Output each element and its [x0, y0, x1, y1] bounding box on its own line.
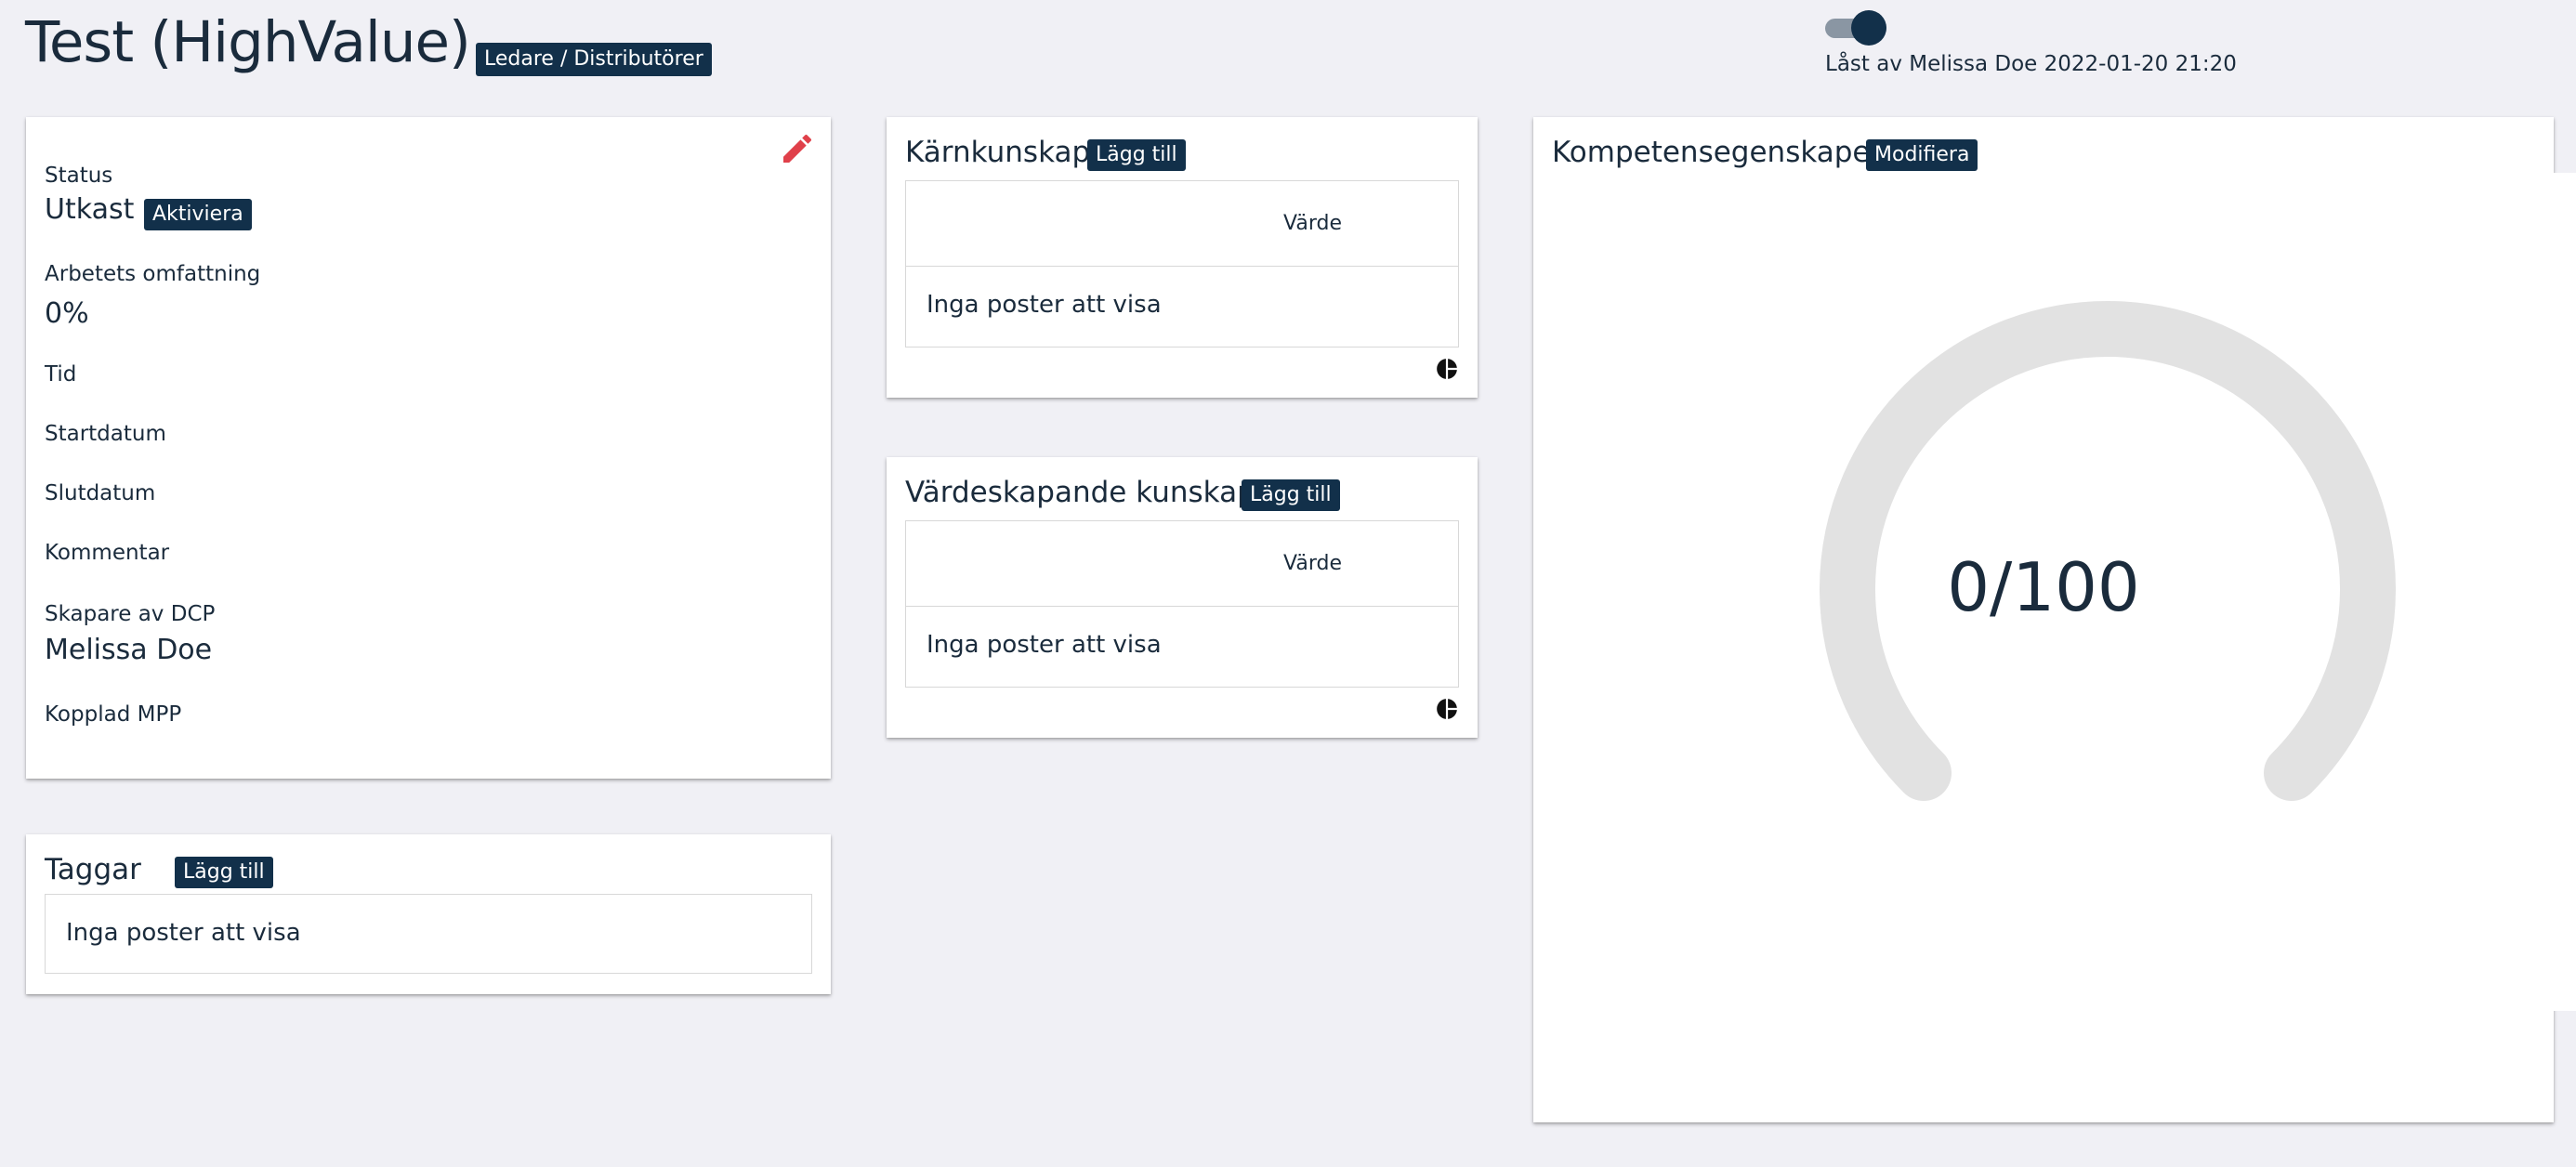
scope-label: Arbetets omfattning	[45, 262, 261, 286]
tags-list: Inga poster att visa	[45, 894, 812, 974]
value-creating-knowledge-card: Värdeskapande kunskap Lägg till Värde In…	[887, 457, 1478, 738]
value-column-header[interactable]: Värde	[1283, 552, 1342, 575]
creator-label: Skapare av DCP	[45, 602, 216, 626]
linked-mpp-label: Kopplad MPP	[45, 702, 182, 727]
core-knowledge-empty-text: Inga poster att visa	[927, 291, 1162, 319]
scope-value: 0%	[45, 297, 89, 330]
locked-by-text: Låst av Melissa Doe 2022-01-20 21:20	[1825, 52, 2237, 76]
add-value-creating-button[interactable]: Lägg till	[1242, 479, 1340, 511]
tags-title: Taggar	[45, 853, 141, 886]
creator-value: Melissa Doe	[45, 634, 213, 666]
end-date-label: Slutdatum	[45, 481, 156, 505]
tags-card: Taggar Lägg till Inga poster att visa	[26, 834, 831, 994]
table-header: Värde	[906, 521, 1458, 607]
value-creating-empty-text: Inga poster att visa	[927, 631, 1162, 659]
add-core-knowledge-button[interactable]: Lägg till	[1087, 139, 1186, 171]
activate-button[interactable]: Aktiviera	[144, 199, 252, 230]
tags-empty-text: Inga poster att visa	[66, 919, 301, 947]
status-label: Status	[45, 164, 113, 188]
value-creating-title: Värdeskapande kunskap	[905, 476, 1255, 509]
core-knowledge-card: Kärnkunskap Lägg till Värde Inga poster …	[887, 117, 1478, 398]
side-panel-edge	[2554, 173, 2576, 1011]
comment-label: Kommentar	[45, 541, 170, 565]
role-badge: Ledare / Distributörer	[476, 43, 712, 76]
page: Test (HighValue) Ledare / Distributörer …	[0, 0, 2576, 1167]
add-tag-button[interactable]: Lägg till	[175, 857, 273, 888]
value-column-header[interactable]: Värde	[1283, 212, 1342, 235]
core-knowledge-title: Kärnkunskap	[905, 136, 1091, 169]
lock-toggle[interactable]	[1823, 9, 1890, 46]
competence-score: 0/100	[1947, 548, 2140, 626]
status-value: Utkast	[45, 193, 135, 226]
core-knowledge-table: Värde Inga poster att visa	[905, 180, 1459, 347]
info-card: Status Utkast Aktiviera Arbetets omfattn…	[26, 117, 831, 779]
value-creating-table: Värde Inga poster att visa	[905, 520, 1459, 688]
page-title: Test (HighValue)	[25, 9, 471, 75]
table-header: Värde	[906, 181, 1458, 267]
start-date-label: Startdatum	[45, 422, 166, 446]
time-label: Tid	[45, 362, 77, 387]
pencil-icon[interactable]	[779, 130, 816, 167]
pie-chart-icon[interactable]	[1435, 357, 1459, 381]
competence-card: Kompetensegenskaper Modifiera 0/100	[1533, 117, 2554, 1122]
toggle-knob[interactable]	[1851, 10, 1886, 46]
pie-chart-icon[interactable]	[1435, 697, 1459, 721]
